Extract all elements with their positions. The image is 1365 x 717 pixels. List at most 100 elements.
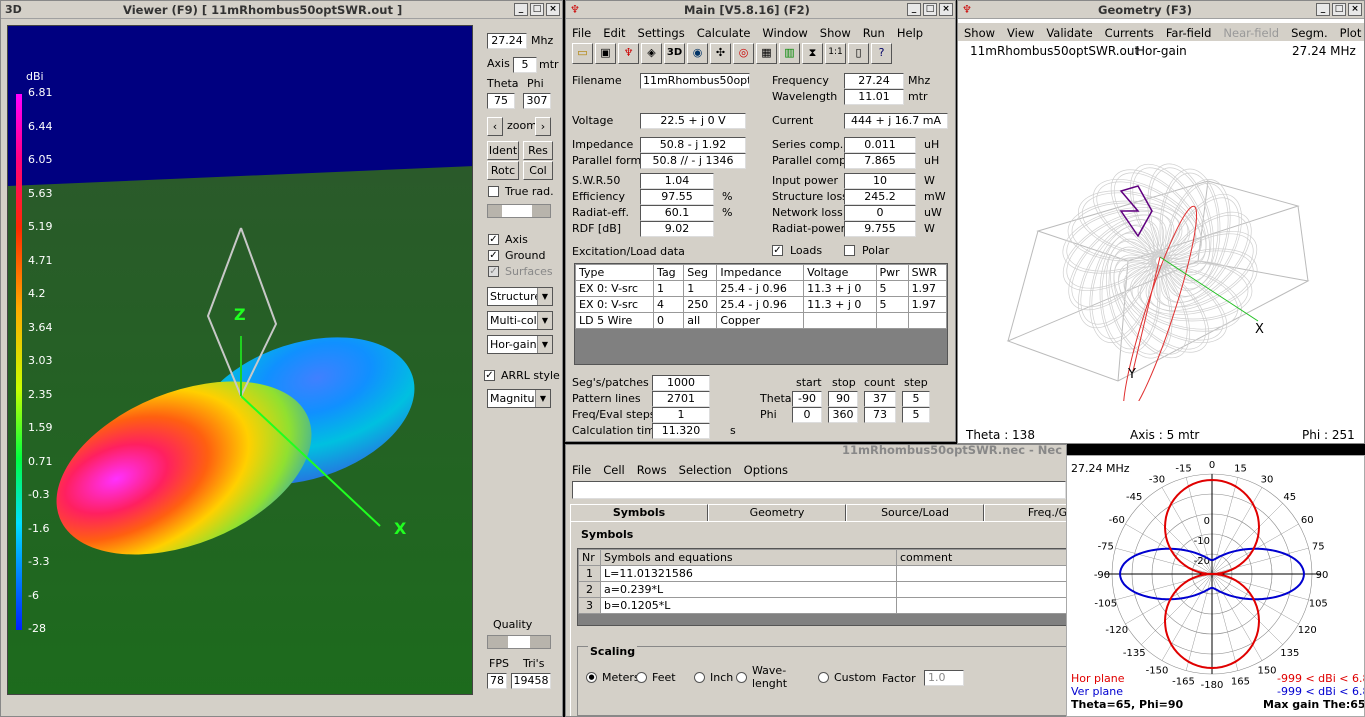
theta-start-field[interactable]: -90 <box>792 391 822 407</box>
unit-radio-meters[interactable]: ● <box>586 672 597 683</box>
table-cell[interactable]: 250 <box>683 296 718 313</box>
scale-icon[interactable]: 1:1 <box>825 43 846 64</box>
table-cell[interactable]: 11.3 + j 0 <box>803 280 877 297</box>
filename-field[interactable]: 11mRhombus50optSW <box>640 73 750 89</box>
gain-mode-select[interactable]: Hor-gain ▼ <box>487 335 553 354</box>
table-cell[interactable]: Copper <box>716 312 805 329</box>
formula-input[interactable] <box>572 481 1066 499</box>
table-header[interactable]: Symbols and equations <box>600 549 897 566</box>
table-cell[interactable] <box>896 597 1066 614</box>
unit-radio-inch[interactable] <box>694 672 705 683</box>
arrl-checkbox[interactable]: ✓ <box>484 370 495 381</box>
target-icon[interactable]: ◎ <box>733 43 754 64</box>
main-menu-help[interactable]: Help <box>891 23 929 41</box>
minimize-button[interactable]: _ <box>514 3 528 16</box>
editor-menu-options[interactable]: Options <box>738 460 794 478</box>
unit-radio-feet[interactable] <box>636 672 647 683</box>
table-row[interactable]: 2 a=0.239*L <box>578 581 1066 598</box>
match-icon[interactable]: ⧗ <box>802 43 823 64</box>
editor-menu-file[interactable]: File <box>566 460 597 478</box>
antenna-tool-icon[interactable]: ♆ <box>618 43 639 64</box>
unit-radio-wave-lenght[interactable] <box>736 672 747 683</box>
editor-menu-selection[interactable]: Selection <box>673 460 738 478</box>
maximize-button[interactable]: □ <box>923 3 937 16</box>
main-menu-file[interactable]: File <box>566 23 597 41</box>
phi-step-field[interactable]: 5 <box>902 407 930 423</box>
minimize-button[interactable]: _ <box>907 3 921 16</box>
table-cell[interactable]: EX 0: V-src <box>574 296 655 313</box>
table-cell[interactable] <box>803 312 877 329</box>
table-header[interactable]: Pwr <box>875 264 909 281</box>
table-header[interactable]: Seg <box>683 264 718 281</box>
viewer-titlebar[interactable]: 3D Viewer (F9) [ 11mRhombus50optSWR.out … <box>1 1 562 19</box>
phi-field[interactable]: 307 <box>523 93 551 109</box>
tab-freq-gro[interactable]: Freq./Gro <box>984 504 1066 522</box>
tab-source-load[interactable]: Source/Load <box>846 504 984 522</box>
table-cell[interactable]: 25.4 - j 0.96 <box>716 296 805 313</box>
table-cell[interactable]: a=0.239*L <box>600 581 897 598</box>
color-mode-select[interactable]: Multi-colo ▼ <box>487 311 553 330</box>
table-header[interactable]: Tag <box>653 264 685 281</box>
main-menu-calculate[interactable]: Calculate <box>691 23 757 41</box>
geometry-canvas[interactable] <box>998 161 1318 401</box>
table-cell[interactable]: 0 <box>653 312 685 329</box>
maximize-button[interactable]: □ <box>1332 3 1346 16</box>
minimize-button[interactable]: _ <box>1316 3 1330 16</box>
polar-checkbox[interactable] <box>844 245 855 256</box>
phi-start-field[interactable]: 0 <box>792 407 822 423</box>
rad-slider[interactable] <box>487 204 551 218</box>
editor-menu-rows[interactable]: Rows <box>631 460 673 478</box>
geometry-menu-show[interactable]: Show <box>958 23 1001 41</box>
close-button[interactable]: × <box>546 3 560 16</box>
table-cell[interactable]: 5 <box>875 296 909 313</box>
table-header[interactable]: Nr <box>578 549 601 566</box>
axis-field[interactable]: 5 <box>513 57 537 73</box>
table-row[interactable]: 3 b=0.1205*L <box>578 597 1066 614</box>
loads-checkbox[interactable]: ✓ <box>772 245 783 256</box>
geometry-menu-segm-[interactable]: Segm. <box>1285 23 1334 41</box>
geometry-titlebar[interactable]: ♆ Geometry (F3) _ □ × <box>958 1 1364 19</box>
excitation-table[interactable]: Type Tag Seg Impedance Voltage Pwr SWR EX 0: V-… <box>574 263 948 365</box>
theta-count-field[interactable]: 37 <box>864 391 896 407</box>
maximize-button[interactable]: □ <box>530 3 544 16</box>
zoom-in-button[interactable]: › <box>535 117 551 136</box>
table-cell[interactable]: 5 <box>875 280 909 297</box>
geometry-menu-currents[interactable]: Currents <box>1099 23 1160 41</box>
main-titlebar[interactable]: ♆ Main [V5.8.16] (F2) _ □ × <box>566 1 955 19</box>
table-cell[interactable]: all <box>683 312 718 329</box>
freq-field[interactable]: 27.24 <box>487 33 527 49</box>
table-cell[interactable]: 2 <box>578 581 601 598</box>
main-menu-window[interactable]: Window <box>756 23 813 41</box>
table-cell[interactable]: LD 5 Wire <box>574 312 655 329</box>
quality-slider[interactable] <box>487 635 551 649</box>
theta-field[interactable]: 75 <box>487 93 515 109</box>
table-cell[interactable]: L=11.01321586 <box>600 565 897 582</box>
true-rad-checkbox[interactable] <box>488 186 499 197</box>
table-cell[interactable]: 1 <box>578 565 601 582</box>
calculator-icon[interactable]: ▥ <box>779 43 800 64</box>
unit-radio-custom[interactable] <box>818 672 829 683</box>
geometry-menu-validate[interactable]: Validate <box>1040 23 1098 41</box>
geometry-menu-near-field[interactable]: Near-field <box>1217 23 1285 41</box>
viewer-3d-canvas[interactable]: Z X dBi 6.81 6.44 6.05 5.63 5.19 4.71 4.2 3.64 3… <box>7 25 473 695</box>
table-cell[interactable]: b=0.1205*L <box>600 597 897 614</box>
3d-icon[interactable]: 3D <box>664 43 685 64</box>
save-icon[interactable]: ▣ <box>595 43 616 64</box>
geometry-icon[interactable]: ◈ <box>641 43 662 64</box>
table-row[interactable]: LD 5 Wire 0 all Copper <box>574 312 948 329</box>
frequency-field[interactable]: 27.24 <box>844 73 904 89</box>
table-cell[interactable]: 25.4 - j 0.96 <box>716 280 805 297</box>
table-cell[interactable]: 11.3 + j 0 <box>803 296 877 313</box>
main-menu-settings[interactable]: Settings <box>632 23 691 41</box>
table-cell[interactable]: 1.97 <box>907 296 948 313</box>
theta-stop-field[interactable]: 90 <box>828 391 858 407</box>
editor-titlebar[interactable]: 11mRhombus50optSWR.nec - Nec <box>566 445 1066 459</box>
structure-select[interactable]: Structure ▼ <box>487 287 553 306</box>
table-cell[interactable] <box>875 312 909 329</box>
zoom-out-button[interactable]: ‹ <box>487 117 503 136</box>
table-header[interactable]: Impedance <box>716 264 805 281</box>
table-cell[interactable] <box>896 581 1066 598</box>
table-row[interactable]: EX 0: V-src 1 1 25.4 - j 0.96 11.3 + j 0 5 1.9… <box>574 280 948 297</box>
table-header[interactable]: Type <box>574 264 655 281</box>
table-cell[interactable]: 3 <box>578 597 601 614</box>
